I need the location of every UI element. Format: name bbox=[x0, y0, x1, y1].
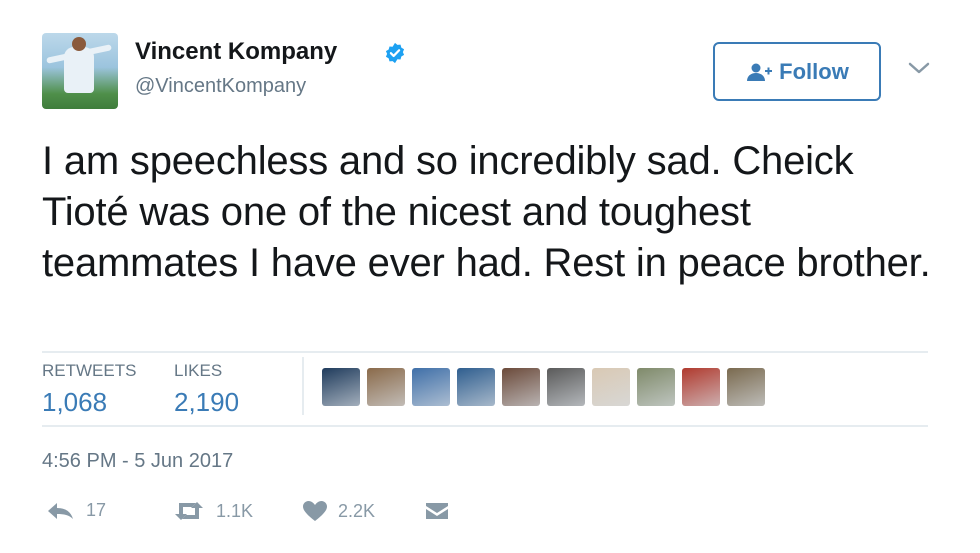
retweet-count: 1.1K bbox=[216, 500, 254, 521]
liker-avatar-9[interactable] bbox=[682, 368, 720, 406]
direct-message-icon bbox=[426, 503, 448, 519]
stats-top-divider bbox=[42, 351, 928, 353]
direct-message-button[interactable] bbox=[424, 500, 460, 522]
likes-count[interactable]: 2,190 bbox=[174, 387, 239, 418]
avatar-figure-head bbox=[72, 37, 86, 51]
likes-label: LIKES bbox=[174, 361, 223, 380]
like-count: 2.2K bbox=[338, 500, 376, 521]
chevron-down-icon[interactable] bbox=[906, 58, 932, 78]
tweet-text: I am speechless and so incredibly sad. C… bbox=[42, 139, 931, 285]
stats-separator bbox=[302, 357, 304, 415]
author-avatar[interactable] bbox=[42, 33, 118, 109]
liker-avatar-8[interactable] bbox=[637, 368, 675, 406]
liker-avatar-3[interactable] bbox=[412, 368, 450, 406]
retweet-button[interactable]: 1.1K bbox=[172, 500, 253, 522]
follow-button-label: Follow bbox=[779, 58, 849, 84]
reply-button[interactable]: 17 bbox=[46, 500, 106, 521]
retweets-label: RETWEETS bbox=[42, 361, 137, 380]
add-user-icon bbox=[747, 63, 773, 81]
retweet-icon bbox=[175, 502, 203, 520]
verified-badge-icon bbox=[385, 42, 405, 64]
author-name[interactable]: Vincent Kompany bbox=[135, 38, 337, 66]
reply-count: 17 bbox=[86, 500, 107, 520]
like-button[interactable]: 2.2K bbox=[302, 500, 375, 522]
retweets-count[interactable]: 1,068 bbox=[42, 387, 107, 418]
reply-icon bbox=[48, 502, 73, 519]
liker-avatar-1[interactable] bbox=[322, 368, 360, 406]
likers-avatar-list bbox=[322, 368, 765, 406]
heart-icon bbox=[303, 501, 327, 521]
liker-avatar-4[interactable] bbox=[457, 368, 495, 406]
follow-button[interactable]: Follow bbox=[713, 42, 881, 101]
liker-avatar-7[interactable] bbox=[592, 368, 630, 406]
tweet-timestamp[interactable]: 4:56 PM - 5 Jun 2017 bbox=[42, 450, 233, 473]
stats-bottom-divider bbox=[42, 425, 928, 427]
author-handle[interactable]: @VincentKompany bbox=[135, 75, 306, 98]
liker-avatar-6[interactable] bbox=[547, 368, 585, 406]
liker-avatar-5[interactable] bbox=[502, 368, 540, 406]
liker-avatar-10[interactable] bbox=[727, 368, 765, 406]
liker-avatar-2[interactable] bbox=[367, 368, 405, 406]
